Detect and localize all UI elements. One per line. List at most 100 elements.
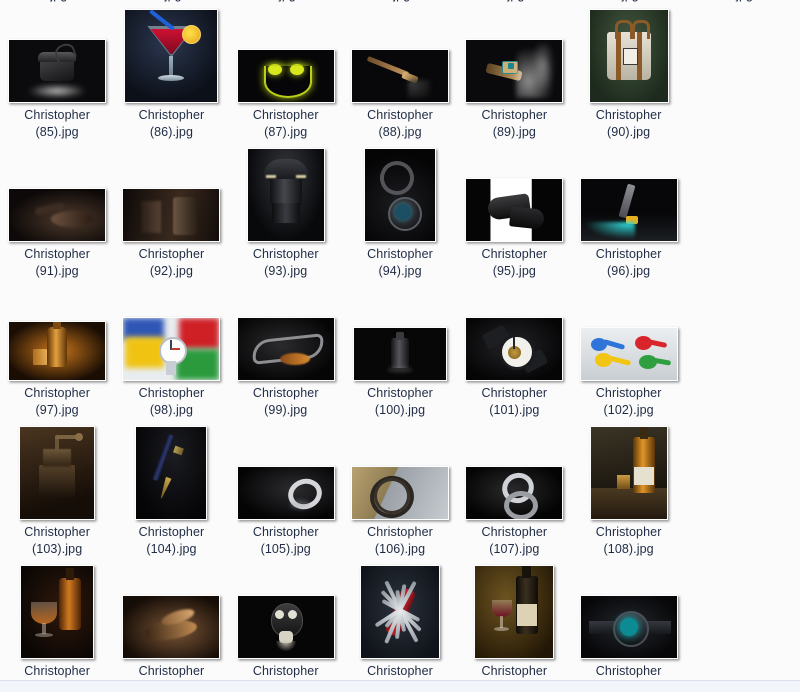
file-name-label[interactable]: Christopher (108).jpg [575, 524, 683, 557]
thumbnail-container[interactable] [571, 565, 685, 659]
file-thumbnail-two-rings[interactable] [465, 466, 564, 520]
file-thumbnail-dive-watch[interactable] [579, 595, 678, 659]
thumbnail-container[interactable] [229, 426, 343, 520]
file-name-label[interactable]: Christopher (102).jpg [575, 385, 683, 418]
file-thumbnail-bracelet-gold[interactable] [351, 466, 450, 520]
file-item[interactable]: Christopher (102).jpg [571, 281, 685, 420]
file-item[interactable]: Christopher(110).jpg [114, 559, 228, 692]
file-item[interactable]: Christopher (93).jpg [229, 142, 343, 281]
file-item[interactable]: Christopher (90).jpg [571, 3, 685, 142]
file-name-label[interactable]: Christopher (99).jpg [232, 385, 340, 418]
file-item[interactable]: Christopher (87).jpg [229, 3, 343, 142]
file-name-label[interactable]: Christopher (98).jpg [117, 385, 225, 418]
file-thumbnail-canvas-bag[interactable] [588, 9, 669, 103]
file-item[interactable]: Christopher(112).jpg [343, 559, 457, 692]
thumbnail-container[interactable] [343, 426, 457, 520]
file-item[interactable]: Christopher(113).jpg [457, 559, 571, 692]
file-thumbnail-bottle-dark[interactable] [353, 327, 448, 381]
file-item[interactable]: Christopher (105).jpg [229, 420, 343, 559]
file-name-label[interactable]: Christopher (106).jpg [346, 524, 454, 557]
file-thumbnail-ring-silver[interactable] [236, 466, 335, 520]
thumbnail-container[interactable] [343, 148, 457, 242]
thumbnail-container[interactable] [571, 426, 685, 520]
thumbnail-container[interactable] [457, 148, 571, 242]
file-item[interactable]: Christopher (99).jpg [229, 281, 343, 420]
thumbnail-container[interactable] [0, 148, 114, 242]
file-item[interactable]: Christopher (101).jpg [457, 281, 571, 420]
file-name-label[interactable]: Christopher (103).jpg [3, 524, 111, 557]
file-item[interactable]: Christopher (88).jpg [343, 3, 457, 142]
thumbnail-container[interactable] [229, 287, 343, 381]
thumbnail-container[interactable] [457, 565, 571, 659]
file-item[interactable]: Christopher (97).jpg [0, 281, 114, 420]
thumbnail-container[interactable] [114, 9, 228, 103]
file-name-label[interactable]: Christopher (85).jpg [3, 107, 111, 140]
thumbnail-container[interactable] [0, 9, 114, 103]
thumbnail-container[interactable] [0, 426, 114, 520]
thumbnail-container[interactable] [114, 565, 228, 659]
thumbnail-container[interactable] [343, 565, 457, 659]
file-item[interactable]: Christopher (86).jpg [114, 3, 228, 142]
file-name-label[interactable]: Christopher (97).jpg [3, 385, 111, 418]
file-thumbnail-fountain-pen[interactable] [135, 426, 208, 520]
file-name-label[interactable]: Christopher (100).jpg [346, 385, 454, 418]
file-thumbnail-sunglasses-dark[interactable] [236, 317, 335, 381]
file-name-label[interactable]: Christopher (105).jpg [232, 524, 340, 557]
thumbnail-container[interactable] [114, 426, 228, 520]
file-thumbnail-neon-smiley[interactable] [236, 49, 335, 103]
file-item[interactable]: Christopher (96).jpg [571, 142, 685, 281]
thumbnail-container[interactable] [0, 287, 114, 381]
file-thumbnail-whisky-amber[interactable] [8, 321, 107, 381]
thumbnail-container[interactable] [114, 148, 228, 242]
thumbnail-container[interactable] [571, 9, 685, 103]
file-thumbnail-shoe-mono[interactable] [465, 178, 564, 242]
file-item[interactable]: Christopher (92).jpg [114, 142, 228, 281]
file-thumbnail-swiss-knife[interactable] [360, 565, 441, 659]
file-name-label[interactable]: Christopher (93).jpg [232, 246, 340, 279]
file-thumbnail-cocktail[interactable] [124, 9, 219, 103]
file-name-label[interactable]: Christopher (89).jpg [460, 107, 568, 140]
file-item[interactable]: Christopher (103).jpg [0, 420, 114, 559]
file-icon-grid[interactable]: Christopher (85).jpg Christopher (86).jpg Ch… [0, 3, 800, 692]
file-item[interactable]: Christopher (94).jpg [343, 142, 457, 281]
thumbnail-container[interactable] [457, 9, 571, 103]
file-thumbnail-wine-bottle[interactable] [474, 565, 555, 659]
file-thumbnail-camera-lens[interactable] [246, 148, 325, 242]
thumbnail-container[interactable] [343, 9, 457, 103]
thumbnail-container[interactable] [229, 565, 343, 659]
file-name-label[interactable]: Christopher (91).jpg [3, 246, 111, 279]
file-item[interactable]: Christopher (85).jpg [0, 3, 114, 142]
thumbnail-container[interactable] [229, 9, 343, 103]
file-item[interactable]: Christopher(111).jpg [229, 559, 343, 692]
file-thumbnail-color-glasses[interactable] [579, 327, 678, 381]
file-name-label[interactable]: Christopher (94).jpg [346, 246, 454, 279]
file-thumbnail-gas-mask[interactable] [236, 595, 335, 659]
file-thumbnail-cyan-spray[interactable] [579, 178, 678, 242]
file-name-label[interactable]: Christopher (86).jpg [117, 107, 225, 140]
thumbnail-container[interactable] [114, 287, 228, 381]
file-thumbnail-sepia-hands[interactable] [122, 595, 221, 659]
file-thumbnail-whisky-bottle[interactable] [589, 426, 668, 520]
file-thumbnail-cigar-smoke[interactable] [465, 39, 564, 103]
file-item[interactable]: Christopher(109).jpg [0, 559, 114, 692]
file-item[interactable]: Christopher (89).jpg [457, 3, 571, 142]
file-item[interactable]: Christopher (100).jpg [343, 281, 457, 420]
file-name-label[interactable]: Christopher (90).jpg [575, 107, 683, 140]
explorer-content-view[interactable]: .jpg.jpg.jpg.jpg.jpg.jpg.jpg Christopher… [0, 0, 800, 692]
file-item[interactable]: Christopher (106).jpg [343, 420, 457, 559]
file-item[interactable]: Christopher (104).jpg [114, 420, 228, 559]
file-thumbnail-wristwatch[interactable] [465, 317, 564, 381]
file-thumbnail-brush[interactable] [351, 49, 450, 103]
thumbnail-container[interactable] [571, 287, 685, 381]
file-item[interactable]: Christopher (107).jpg [457, 420, 571, 559]
thumbnail-container[interactable] [457, 426, 571, 520]
file-item[interactable]: Christopher (95).jpg [457, 142, 571, 281]
file-name-label[interactable]: Christopher (95).jpg [460, 246, 568, 279]
thumbnail-container[interactable] [343, 287, 457, 381]
file-name-label[interactable]: Christopher (87).jpg [232, 107, 340, 140]
file-thumbnail-watch-color[interactable] [122, 317, 221, 381]
file-name-label[interactable]: Christopher (96).jpg [575, 246, 683, 279]
file-thumbnail-watch-chain[interactable] [364, 148, 437, 242]
file-item[interactable]: Christopher (98).jpg [114, 281, 228, 420]
file-name-label[interactable]: Christopher (92).jpg [117, 246, 225, 279]
